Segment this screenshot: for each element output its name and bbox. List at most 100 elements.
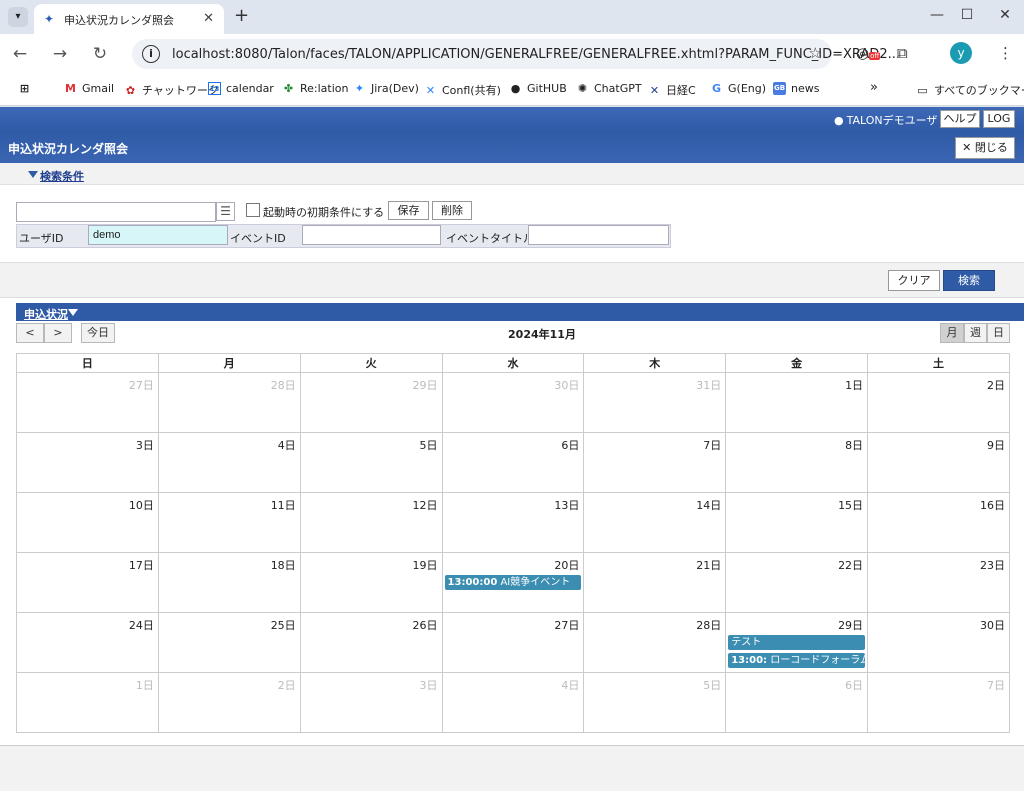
calendar-day-cell[interactable]: 22日 <box>725 552 869 613</box>
menu-dots-icon[interactable]: ⋮ <box>998 44 1013 62</box>
browser-tab[interactable]: ✦ 申込状況カレンダ照会 ✕ <box>34 4 224 34</box>
bookmark-gmail[interactable]: M Gmail <box>64 82 114 95</box>
calendar-day-cell[interactable]: 8日 <box>725 432 869 493</box>
bookmark-chatgpt[interactable]: ✺ ChatGPT <box>576 82 642 95</box>
minimize-button[interactable]: — <box>922 7 952 23</box>
save-button[interactable]: 保存 <box>388 201 429 220</box>
extension-icon[interactable]: ◎off <box>856 44 881 62</box>
user-id-input[interactable] <box>88 225 228 245</box>
address-bar[interactable]: i localhost:8080/Talon/faces/TALON/APPLI… <box>132 39 900 69</box>
calendar-day-cell[interactable]: 6日 <box>441 432 585 493</box>
prev-month-button[interactable]: < <box>16 323 44 343</box>
calendar-day-cell[interactable]: 18日 <box>157 552 301 613</box>
application-status-toggle[interactable]: 申込状況 <box>24 306 68 322</box>
calendar-day-cell[interactable]: 14日 <box>583 492 727 553</box>
bookmark-confluence[interactable]: ✕ Confl(共有) <box>424 82 501 98</box>
calendar-day-cell[interactable]: 6日 <box>725 672 869 733</box>
clear-button[interactable]: クリア <box>888 270 940 291</box>
calendar-event[interactable]: 13:00: ローコードフォーラム <box>728 653 866 668</box>
bookmark-relation[interactable]: ✤ Re:lation <box>282 82 349 95</box>
triangle-down-icon <box>68 309 78 316</box>
calendar-day-cell[interactable]: 29日 テスト 13:00: ローコードフォーラム <box>725 612 869 673</box>
next-month-button[interactable]: > <box>44 323 72 343</box>
month-view-button[interactable]: 月 <box>940 323 964 343</box>
calendar-day-cell[interactable]: 26日 <box>299 612 443 673</box>
puzzle-extensions-icon[interactable]: ⧉ <box>897 44 908 62</box>
calendar-day-cell[interactable]: 20日 13:00:00 AI競争イベント <box>441 552 585 613</box>
calendar-day-cell[interactable]: 10日 <box>16 492 159 553</box>
calendar-day-cell[interactable]: 23日 <box>867 552 1010 613</box>
calendar-day-cell[interactable]: 21日 <box>583 552 727 613</box>
calendar-day-cell[interactable]: 29日 <box>299 372 443 433</box>
calendar-day-cell[interactable]: 19日 <box>299 552 443 613</box>
startup-condition-checkbox[interactable] <box>246 203 260 217</box>
day-number: 12日 <box>412 499 438 512</box>
today-button[interactable]: 今日 <box>81 323 115 343</box>
calendar-day-cell[interactable]: 5日 <box>299 432 443 493</box>
site-info-icon[interactable]: i <box>142 45 160 63</box>
close-window-button[interactable]: ✕ <box>990 7 1020 23</box>
calendar-day-cell[interactable]: 13日 <box>441 492 585 553</box>
calendar-day-cell[interactable]: 30日 <box>867 612 1010 673</box>
calendar-day-cell[interactable]: 17日 <box>16 552 159 613</box>
forward-button[interactable]: → <box>48 43 72 65</box>
calendar-day-cell[interactable]: 28日 <box>157 372 301 433</box>
bookmark-star-icon[interactable]: ☆ <box>809 44 822 62</box>
calendar-day-cell[interactable]: 5日 <box>583 672 727 733</box>
event-title-input[interactable] <box>528 225 669 245</box>
week-view-button[interactable]: 週 <box>964 323 987 343</box>
calendar-day-cell[interactable]: 30日 <box>441 372 585 433</box>
close-tab-icon[interactable]: ✕ <box>203 11 214 26</box>
calendar-day-cell[interactable]: 31日 <box>583 372 727 433</box>
bookmark-nikkei[interactable]: ✕ 日経C <box>648 82 696 98</box>
bookmarks-more-button[interactable]: » <box>870 80 878 95</box>
calendar-day-cell[interactable]: 9日 <box>867 432 1010 493</box>
maximize-button[interactable]: ☐ <box>952 7 982 23</box>
calendar-day-cell[interactable]: 2日 <box>867 372 1010 433</box>
calendar-day-cell[interactable]: 1日 <box>725 372 869 433</box>
bookmark-chatwork[interactable]: ✿ チャットワーク <box>124 82 219 98</box>
new-tab-button[interactable]: + <box>234 6 249 26</box>
search-conditions-toggle[interactable]: 検索条件 <box>40 168 84 184</box>
tab-search-button[interactable]: ▾ <box>8 7 28 27</box>
preset-list-button[interactable]: ☰ <box>216 202 235 221</box>
calendar-day-cell[interactable]: 4日 <box>441 672 585 733</box>
bookmark-calendar[interactable]: 13 calendar <box>208 82 274 95</box>
calendar-day-cell[interactable]: 3日 <box>299 672 443 733</box>
profile-avatar[interactable]: y <box>950 42 972 64</box>
calendar-day-cell[interactable]: 15日 <box>725 492 869 553</box>
apps-grid-icon[interactable]: ⊞ <box>18 82 31 95</box>
calendar-day-cell[interactable]: 11日 <box>157 492 301 553</box>
bookmark-jira[interactable]: ✦ Jira(Dev) <box>353 82 419 95</box>
event-time: 13:00: <box>731 655 768 666</box>
bookmark-google-eng[interactable]: G G(Eng) <box>710 82 766 95</box>
calendar-day-cell[interactable]: 4日 <box>157 432 301 493</box>
help-button[interactable]: ヘルプ <box>940 110 980 128</box>
calendar-day-cell[interactable]: 24日 <box>16 612 159 673</box>
calendar-day-cell[interactable]: 27日 <box>441 612 585 673</box>
day-view-button[interactable]: 日 <box>987 323 1010 343</box>
preset-select-input[interactable] <box>16 202 216 222</box>
search-button[interactable]: 検索 <box>943 270 995 291</box>
calendar-day-cell[interactable]: 28日 <box>583 612 727 673</box>
calendar-event[interactable]: テスト <box>728 635 866 650</box>
calendar-day-cell[interactable]: 27日 <box>16 372 159 433</box>
calendar-day-cell[interactable]: 25日 <box>157 612 301 673</box>
back-button[interactable]: ← <box>8 43 32 65</box>
calendar-day-cell[interactable]: 16日 <box>867 492 1010 553</box>
calendar-event[interactable]: 13:00:00 AI競争イベント <box>444 575 582 590</box>
bookmark-github[interactable]: ● GitHUB <box>509 82 567 95</box>
calendar-day-cell[interactable]: 7日 <box>867 672 1010 733</box>
calendar-day-cell[interactable]: 3日 <box>16 432 159 493</box>
calendar-day-cell[interactable]: 7日 <box>583 432 727 493</box>
delete-button[interactable]: 削除 <box>432 201 472 220</box>
bookmark-news[interactable]: GB news <box>773 82 819 95</box>
close-page-button[interactable]: ✕ 閉じる <box>955 137 1015 159</box>
event-id-input[interactable] <box>302 225 441 245</box>
calendar-day-cell[interactable]: 1日 <box>16 672 159 733</box>
log-button[interactable]: LOG <box>983 110 1015 128</box>
calendar-day-cell[interactable]: 12日 <box>299 492 443 553</box>
reload-button[interactable]: ↻ <box>88 43 112 65</box>
calendar-day-cell[interactable]: 2日 <box>157 672 301 733</box>
all-bookmarks[interactable]: ▭すべてのブックマーク <box>916 82 1024 98</box>
